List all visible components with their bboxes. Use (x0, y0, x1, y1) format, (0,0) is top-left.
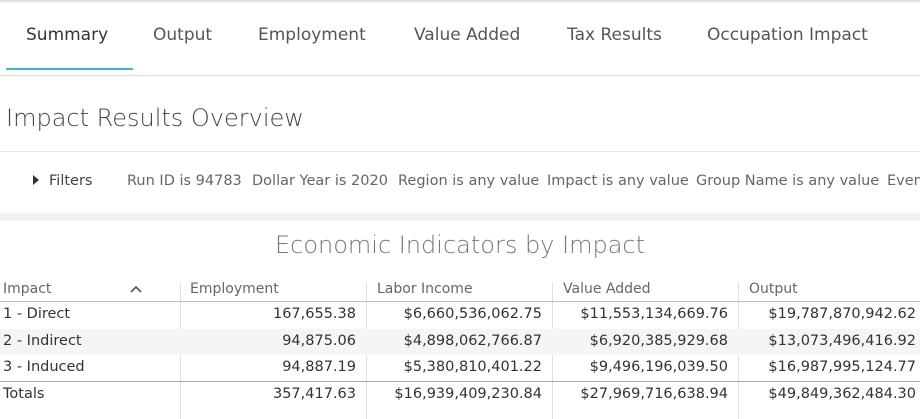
active-tab-indicator (6, 68, 133, 70)
tab-tax-results[interactable]: Tax Results (567, 25, 662, 45)
filters-bar: Filters Run ID is 94783 Dollar Year is 2… (0, 152, 920, 213)
tab-bar: Summary Output Employment Value Added Ta… (0, 0, 920, 76)
tab-summary[interactable]: Summary (26, 25, 108, 45)
section-separator (0, 213, 920, 221)
table-cell: $5,380,810,401.22 (403, 359, 542, 375)
filters-label: Filters (49, 173, 93, 189)
tab-employment[interactable]: Employment (258, 25, 366, 45)
filter-run-id[interactable]: Run ID is 94783 (127, 173, 242, 189)
tab-value-added[interactable]: Value Added (414, 25, 520, 45)
table-cell: 94,887.19 (282, 359, 356, 375)
table-cell: $11,553,134,669.76 (580, 306, 728, 322)
table-cell: $6,920,385,929.68 (589, 332, 728, 349)
table-cell: $49,849,362,484.30 (768, 385, 916, 402)
row-label: 1 - Direct (3, 306, 71, 322)
tab-occupation-impact[interactable]: Occupation Impact (707, 25, 868, 45)
chevron-up-icon[interactable] (129, 283, 143, 295)
column-header-value-added[interactable]: Value Added (563, 281, 651, 297)
table-cell: 357,417.63 (272, 385, 356, 402)
table-row[interactable]: 3 - Induced 94,887.19 $5,380,810,401.22 $9,… (0, 355, 920, 381)
table-cell: $13,073,496,416.92 (768, 332, 916, 349)
table-cell: $16,939,409,230.84 (394, 385, 542, 402)
data-table: Impact Employment Labor Income Value Add… (0, 278, 920, 419)
column-header-impact[interactable]: Impact (3, 281, 51, 297)
tab-output[interactable]: Output (153, 25, 212, 45)
column-header-output[interactable]: Output (749, 281, 798, 297)
filter-group-name[interactable]: Group Name is any value (696, 173, 879, 189)
table-row[interactable]: 2 - Indirect 94,875.06 $4,898,062,766.87 $6… (0, 328, 920, 355)
table-cell: $16,987,995,124.77 (768, 359, 916, 375)
chart-title: Economic Indicators by Impact (274, 231, 646, 259)
row-label: 2 - Indirect (3, 332, 82, 349)
row-label: 3 - Induced (3, 359, 85, 375)
filter-dollar-year[interactable]: Dollar Year is 2020 (252, 173, 388, 189)
page-title: Impact Results Overview (6, 104, 304, 132)
filter-event[interactable]: Even (887, 173, 920, 189)
table-cell: $27,969,716,638.94 (580, 385, 728, 402)
totals-row[interactable]: Totals 357,417.63 $16,939,409,230.84 $27,96… (0, 382, 920, 408)
table-cell: $4,898,062,766.87 (403, 332, 542, 349)
filter-region[interactable]: Region is any value (398, 173, 539, 189)
caret-right-icon (33, 175, 39, 185)
filter-impact[interactable]: Impact is any value (547, 173, 689, 189)
filters-toggle[interactable]: Filters (33, 173, 92, 189)
table-cell: $19,787,870,942.62 (768, 306, 916, 322)
row-label: Totals (3, 385, 45, 402)
table-cell: 94,875.06 (282, 332, 356, 349)
totals-divider (0, 381, 920, 382)
table-cell: 167,655.38 (272, 306, 356, 322)
table-row[interactable]: 1 - Direct 167,655.38 $6,660,536,062.75 $11… (0, 302, 920, 328)
table-cell: $9,496,196,039.50 (589, 359, 728, 375)
column-header-employment[interactable]: Employment (190, 281, 279, 297)
table-cell: $6,660,536,062.75 (403, 306, 542, 322)
column-header-labor-income[interactable]: Labor Income (377, 281, 473, 297)
